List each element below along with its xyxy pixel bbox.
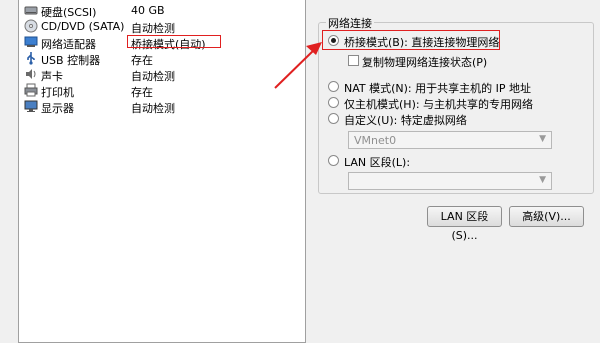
device-list: 硬盘(SCSI) 40 GB CD/DVD (SATA) 自动检测 网络适配器 … [18, 0, 306, 343]
chevron-down-icon: ▼ [539, 175, 546, 185]
advanced-button[interactable]: 高级(V)... [509, 206, 584, 227]
lan-segments-button[interactable]: LAN 区段(S)... [427, 206, 502, 242]
custom-radio[interactable] [328, 113, 339, 124]
device-row-hard-disk[interactable]: 硬盘(SCSI) 40 GB [21, 2, 305, 19]
sound-card-icon [26, 69, 36, 79]
display-icon [24, 100, 38, 112]
hard-disk-icon [24, 6, 38, 15]
custom-network-value: VMnet0 [354, 134, 397, 147]
device-row-display[interactable]: 显示器 自动检测 [21, 98, 305, 115]
nat-radio[interactable] [328, 81, 339, 92]
device-name: CD/DVD (SATA) [41, 20, 125, 33]
device-row-network-adapter[interactable]: 网络适配器 桥接模式(自动) [21, 34, 305, 51]
chevron-down-icon: ▼ [539, 134, 546, 144]
device-name: 显示器 [41, 102, 74, 115]
host-only-label[interactable]: 仅主机模式(H): 与主机共享的专用网络 [344, 96, 533, 112]
cd-dvd-icon [24, 19, 38, 33]
lan-segment-label[interactable]: LAN 区段(L): [344, 154, 410, 170]
bridged-radio[interactable] [328, 35, 339, 46]
device-summary: 40 GB [131, 4, 165, 17]
replicate-state-checkbox[interactable] [348, 55, 359, 66]
nat-label[interactable]: NAT 模式(N): 用于共享主机的 IP 地址 [344, 80, 531, 96]
device-row-sound-card[interactable]: 声卡 自动检测 [21, 66, 305, 83]
device-row-usb[interactable]: USB 控制器 存在 [21, 50, 305, 67]
printer-icon [24, 83, 38, 97]
device-summary: 自动检测 [131, 102, 175, 115]
bridged-label[interactable]: 桥接模式(B): 直接连接物理网络 [344, 34, 499, 50]
usb-icon [27, 52, 35, 65]
lan-segment-select[interactable]: ▼ [348, 172, 552, 190]
custom-label[interactable]: 自定义(U): 特定虚拟网络 [344, 112, 467, 128]
lan-segment-radio[interactable] [328, 155, 339, 166]
network-adapter-icon [24, 36, 38, 47]
host-only-radio[interactable] [328, 97, 339, 108]
replicate-state-label[interactable]: 复制物理网络连接状态(P) [362, 54, 487, 70]
network-connection-title: 网络连接 [326, 15, 374, 31]
custom-network-select[interactable]: VMnet0 ▼ [348, 131, 552, 149]
device-row-cd-dvd[interactable]: CD/DVD (SATA) 自动检测 [21, 18, 305, 35]
device-row-printer[interactable]: 打印机 存在 [21, 82, 305, 99]
network-settings-panel: 网络连接 桥接模式(B): 直接连接物理网络 复制物理网络连接状态(P) NAT… [306, 0, 600, 340]
